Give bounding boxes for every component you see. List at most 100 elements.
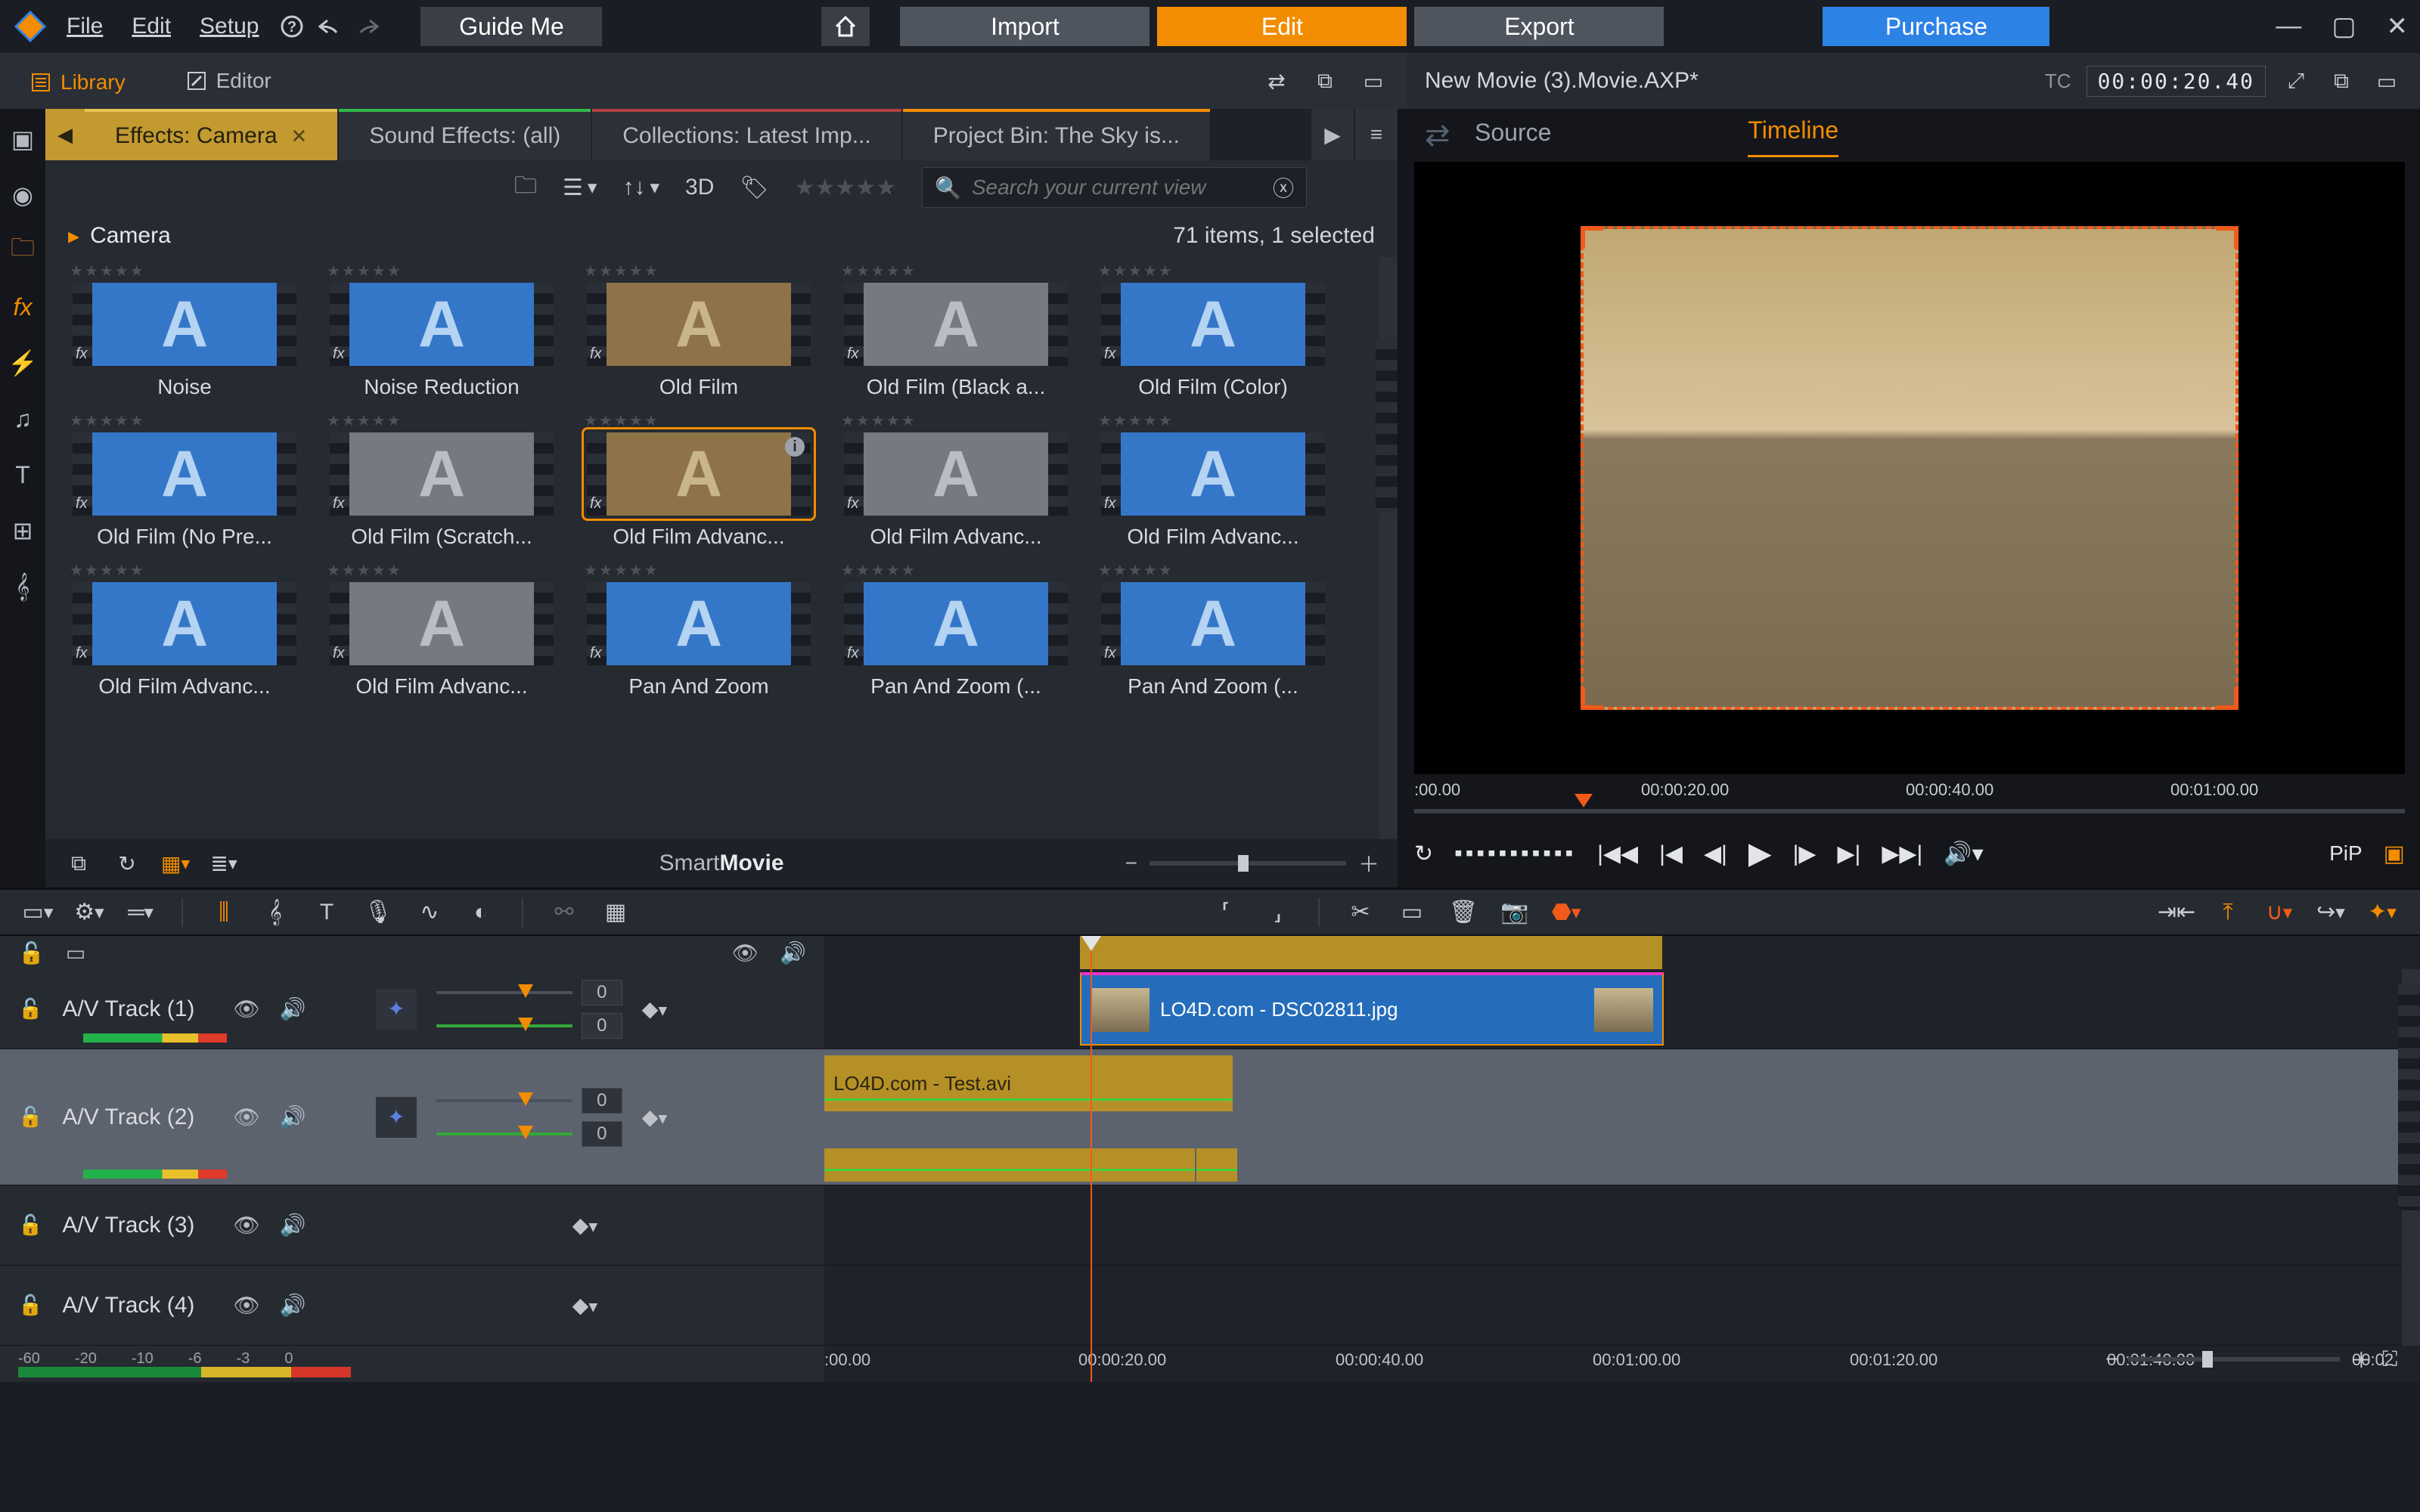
- track-visibility-icon[interactable]: 👁: [233, 1213, 260, 1238]
- clip-avi-audio-1[interactable]: [824, 1148, 1195, 1182]
- tl-ducking-icon[interactable]: ∿: [414, 897, 445, 928]
- track-mute-icon[interactable]: 🔊: [280, 1213, 306, 1238]
- timeline-selection-range[interactable]: [1080, 936, 1662, 969]
- zoom-in-icon[interactable]: ＋: [2350, 1344, 2372, 1374]
- track-keyframe-icon[interactable]: ✦: [376, 1097, 417, 1138]
- track-mute-icon[interactable]: 🔊: [280, 1105, 306, 1129]
- volume-icon[interactable]: 🔊▾: [1944, 841, 1983, 867]
- preview-scrubber[interactable]: :00.00 00:00:20.00 00:00:40.00 00:01:00.…: [1414, 774, 2405, 827]
- tl-trash-icon[interactable]: 🗑: [1448, 897, 1478, 928]
- effect-item[interactable]: ★★★★★fxAOld Film Advanc...: [64, 561, 306, 699]
- track-lock-icon[interactable]: 🔓: [18, 997, 42, 1021]
- library-zoom[interactable]: − ＋: [1125, 848, 1379, 878]
- folder-icon[interactable]: 🗀: [514, 169, 537, 207]
- tab-effects-camera[interactable]: Effects: Camera✕: [85, 109, 337, 160]
- zoom-slider[interactable]: [1150, 861, 1346, 866]
- help-icon[interactable]: ?: [277, 11, 307, 42]
- effect-item[interactable]: ★★★★★fxAPan And Zoom (...: [1092, 561, 1334, 699]
- tab-close-icon[interactable]: ✕: [291, 125, 308, 148]
- info-icon[interactable]: i: [785, 437, 805, 457]
- effect-item[interactable]: ★★★★★fxAPan And Zoom (...: [835, 561, 1077, 699]
- goto-end-icon[interactable]: ▶▶|: [1882, 841, 1922, 867]
- smartmovie-button[interactable]: SmartMovie: [659, 850, 783, 876]
- tl-marker-icon[interactable]: ⬣▾: [1551, 897, 1581, 928]
- tl-mode-icon[interactable]: ═▾: [126, 897, 156, 928]
- opacity-value[interactable]: 0: [582, 980, 622, 1005]
- tl-trim-out-icon[interactable]: ⤒: [2213, 897, 2243, 928]
- library-scrollbar[interactable]: [1379, 257, 1398, 839]
- tl-mark-out-icon[interactable]: ⸥: [1262, 897, 1292, 928]
- track-visibility-icon[interactable]: 👁: [233, 996, 260, 1021]
- effect-item[interactable]: ★★★★★fxAOld Film: [578, 262, 820, 399]
- effect-item[interactable]: ★★★★★fxAOld Film (Scratch...: [321, 411, 563, 549]
- track-name[interactable]: A/V Track (1): [62, 996, 213, 1022]
- minimize-icon[interactable]: —: [2276, 11, 2301, 42]
- track-mute-all-icon[interactable]: 🔊: [780, 940, 806, 965]
- track-keyframe-diamond-icon[interactable]: ◆▾: [572, 1293, 597, 1318]
- redo-icon[interactable]: [352, 11, 383, 42]
- jog-bar[interactable]: ▪▪▪▪▪▪▪▪▪▪▪: [1454, 841, 1576, 866]
- footer-refresh-icon[interactable]: ↻: [112, 848, 142, 878]
- effect-item[interactable]: ★★★★★ifxAOld Film Advanc...: [578, 411, 820, 549]
- crop-icon[interactable]: ▣: [2384, 841, 2405, 867]
- tl-title-icon[interactable]: T: [312, 897, 342, 928]
- effect-item[interactable]: ★★★★★fxAOld Film (Black a...: [835, 262, 1077, 399]
- tabstrip-prev-icon[interactable]: ◀: [45, 109, 85, 160]
- tabstrip-menu-icon[interactable]: ≡: [1355, 109, 1398, 160]
- preview-source-tab[interactable]: Source: [1475, 119, 1551, 157]
- timeline-zoom-slider[interactable]: [2128, 1357, 2340, 1362]
- track-lock-icon[interactable]: 🔓: [18, 1213, 42, 1237]
- zoom-out-icon[interactable]: −: [2105, 1347, 2118, 1371]
- timeline-playhead[interactable]: [1091, 936, 1092, 1382]
- prev-clip-icon[interactable]: |◀: [1659, 841, 1683, 867]
- track-lock-icon[interactable]: 🔓: [18, 1294, 42, 1317]
- tl-settings-icon[interactable]: ⚙▾: [74, 897, 104, 928]
- clip-avi-audio-2[interactable]: [1196, 1148, 1237, 1182]
- effect-item[interactable]: ★★★★★fxAOld Film (Color): [1092, 262, 1334, 399]
- tl-mixer-icon[interactable]: ⫼: [209, 897, 239, 928]
- track-eye-all-icon[interactable]: 👁: [732, 940, 759, 965]
- footer-copy-icon[interactable]: ⧉: [64, 848, 94, 878]
- tl-link-icon[interactable]: ⚯: [549, 897, 579, 928]
- preview-full-icon[interactable]: ▭: [2372, 66, 2402, 96]
- search-box[interactable]: 🔍 ⓧ: [922, 167, 1307, 208]
- maximize-icon[interactable]: ▢: [2332, 11, 2356, 42]
- close-icon[interactable]: ✕: [2387, 11, 2409, 42]
- track-lock-icon[interactable]: 🔓: [18, 1105, 42, 1129]
- sidebar-audio-icon[interactable]: ♫: [6, 402, 39, 435]
- track-keyframe-diamond-icon[interactable]: ◆▾: [642, 996, 667, 1021]
- search-input[interactable]: [972, 175, 1262, 200]
- tab-sound-effects[interactable]: Sound Effects: (all): [339, 109, 591, 160]
- zoom-out-icon[interactable]: −: [1125, 851, 1137, 875]
- tl-clipboard-icon[interactable]: ▭: [1397, 897, 1427, 928]
- clip-video-1[interactable]: LO4D.com - DSC02811.jpg: [1080, 972, 1664, 1046]
- preview-timeline-tab[interactable]: Timeline: [1748, 116, 1838, 157]
- export-button[interactable]: Export: [1414, 7, 1664, 46]
- tl-layout-icon[interactable]: ▭▾: [23, 897, 53, 928]
- purchase-button[interactable]: Purchase: [1823, 7, 2049, 46]
- track-mute-icon[interactable]: 🔊: [280, 1293, 306, 1318]
- guide-me-button[interactable]: Guide Me: [420, 7, 602, 46]
- effect-item[interactable]: ★★★★★fxANoise Reduction: [321, 262, 563, 399]
- sidebar-media-icon[interactable]: ◉: [6, 178, 39, 212]
- sidebar-bin-icon[interactable]: ▣: [6, 122, 39, 156]
- step-fwd-icon[interactable]: |▶: [1793, 841, 1817, 867]
- zoom-fit-icon[interactable]: ⛶: [2382, 1347, 2397, 1372]
- preview-stage[interactable]: [1414, 162, 2405, 774]
- tl-razor-icon[interactable]: ✂: [1345, 897, 1376, 928]
- track-keyframe-diamond-icon[interactable]: ◆▾: [572, 1213, 597, 1238]
- rating-filter[interactable]: ★★★★★: [794, 175, 895, 201]
- play-icon[interactable]: ▶: [1748, 836, 1772, 871]
- clip-avi-1[interactable]: LO4D.com - Test.avi: [824, 1055, 1233, 1111]
- track-keyframe-diamond-icon[interactable]: ◆▾: [642, 1105, 667, 1129]
- tab-project-bin[interactable]: Project Bin: The Sky is...: [903, 109, 1210, 160]
- swap-icon[interactable]: ⇄: [1261, 66, 1292, 96]
- preview-popout-icon[interactable]: ⤢: [2281, 66, 2311, 96]
- tl-fx-icon[interactable]: ✦▾: [2367, 897, 2397, 928]
- track-lock-all-icon[interactable]: 🔓: [18, 940, 45, 965]
- track-mute-icon[interactable]: 🔊: [280, 996, 306, 1021]
- fullscreen-icon[interactable]: ▭: [1358, 66, 1388, 96]
- preview-dual-icon[interactable]: ⧉: [2326, 66, 2356, 96]
- tl-trim-in-icon[interactable]: ⇥⇤: [2161, 897, 2192, 928]
- timeline-zoom[interactable]: − ＋ ⛶: [2105, 1344, 2397, 1374]
